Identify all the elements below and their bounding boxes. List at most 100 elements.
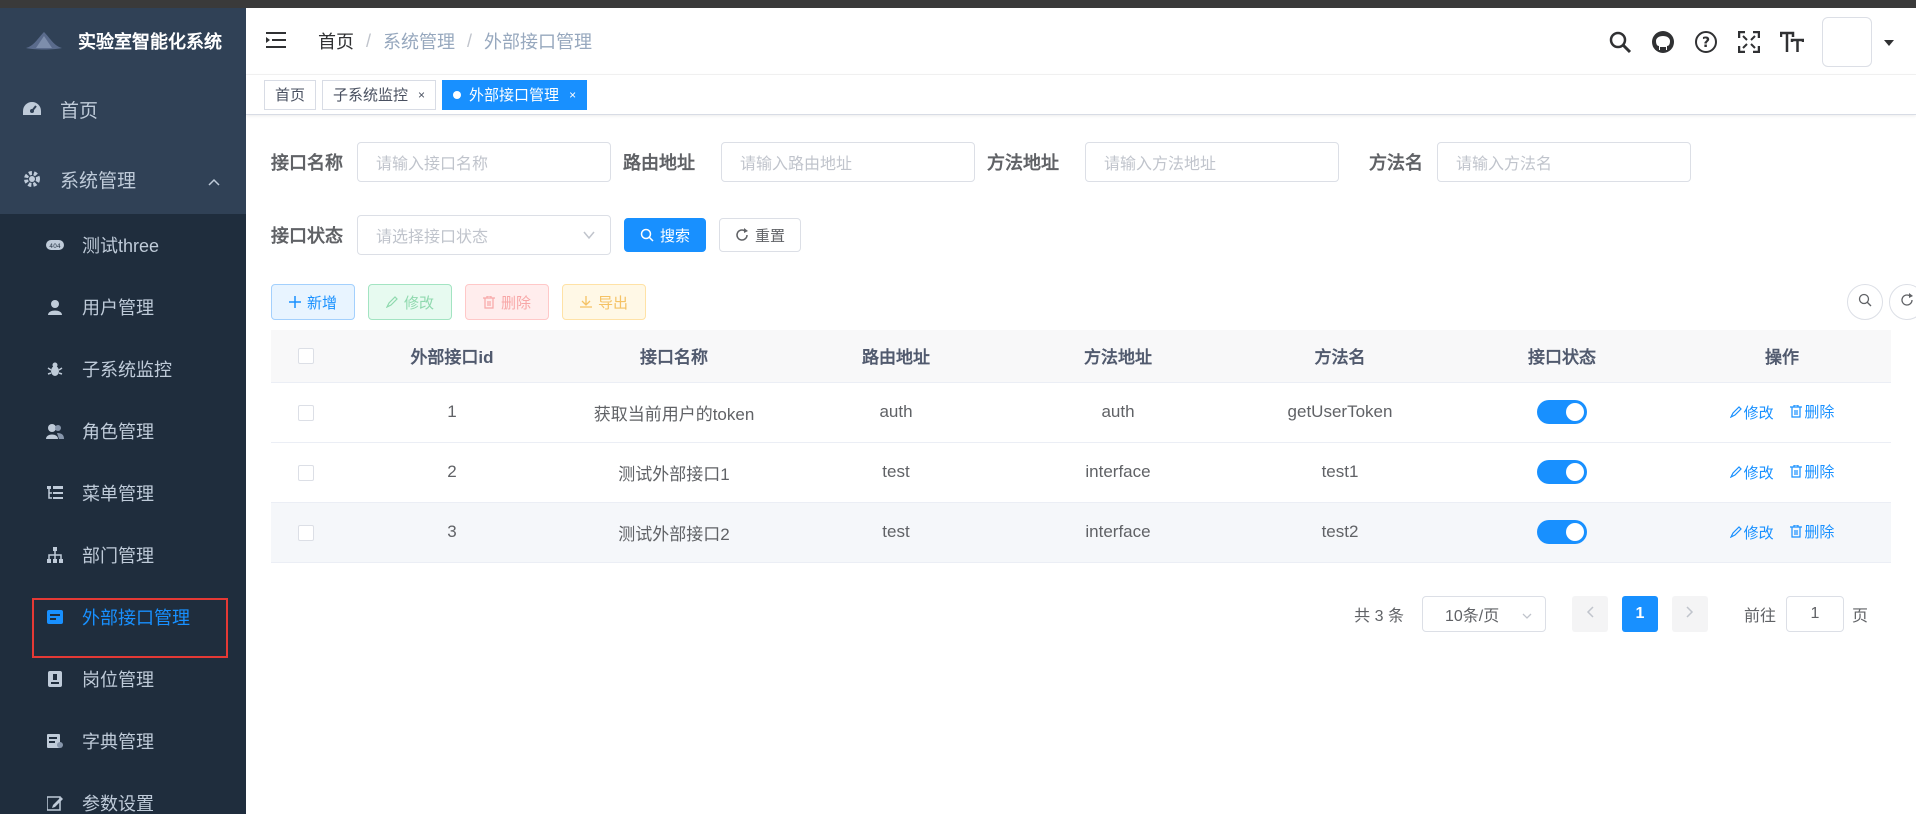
cell-status (1451, 382, 1673, 443)
close-icon[interactable]: × (569, 88, 576, 102)
cell-method-name: test2 (1229, 502, 1451, 563)
field-label: 方法名 (1369, 153, 1423, 173)
row-delete-button[interactable]: 删除 (1790, 461, 1834, 482)
row-edit-button[interactable]: 修改 (1729, 522, 1774, 543)
sidebar-item-test-three[interactable]: 404 测试three (0, 214, 246, 276)
chevron-left-icon (1586, 605, 1594, 623)
row-select-cell (271, 502, 341, 563)
row-checkbox[interactable] (298, 524, 314, 541)
edit-icon (386, 296, 398, 308)
sidebar-item-label: 首页 (60, 100, 99, 122)
download-icon (580, 296, 593, 308)
caret-down-icon[interactable] (1884, 33, 1894, 51)
search-icon[interactable] (1607, 29, 1633, 55)
next-page-button[interactable] (1671, 596, 1708, 632)
row-checkbox[interactable] (298, 404, 314, 421)
column-header: 方法地址 (1007, 330, 1229, 383)
sidebar-item-departments[interactable]: 部门管理 (0, 524, 246, 586)
row-select-cell (271, 382, 341, 443)
add-button[interactable]: 新增 (271, 284, 356, 320)
sidebar-item-roles[interactable]: 角色管理 (0, 400, 246, 462)
page-size-select[interactable]: 10条/页 (1421, 596, 1546, 632)
sidebar-item-params[interactable]: 参数设置 (0, 772, 246, 814)
close-icon[interactable]: × (418, 88, 425, 102)
breadcrumb-system[interactable]: 系统管理 (383, 28, 455, 54)
sidebar-item-label: 测试three (82, 236, 160, 256)
page-suffix: 页 (1851, 608, 1868, 625)
sidebar-item-users[interactable]: 用户管理 (0, 276, 246, 338)
font-size-icon[interactable] (1779, 29, 1805, 55)
breadcrumb-separator: / (467, 30, 473, 51)
prev-page-button[interactable] (1571, 596, 1608, 632)
select-all-checkbox[interactable] (298, 348, 314, 365)
row-edit-button[interactable]: 修改 (1729, 462, 1774, 483)
sidebar-item-subsystem-monitor[interactable]: 子系统监控 (0, 338, 246, 400)
switch-knob (1566, 463, 1584, 481)
status-switch[interactable] (1537, 460, 1587, 484)
status-switch[interactable] (1537, 520, 1587, 544)
sidebar-item-menus[interactable]: 菜单管理 (0, 462, 246, 524)
edit-button[interactable]: 修改 (368, 284, 453, 320)
breadcrumb-separator: / (366, 30, 372, 51)
search-button[interactable]: 搜索 (624, 218, 707, 252)
sidebar-item-label: 岗位管理 (82, 670, 154, 690)
column-header: 外部接口id (341, 330, 563, 383)
fullscreen-icon[interactable] (1736, 29, 1762, 55)
cell-actions: 修改 删除 (1673, 382, 1891, 443)
row-delete-button[interactable]: 删除 (1790, 521, 1834, 542)
tag-subsystem-monitor[interactable]: 子系统监控 × (322, 79, 437, 110)
delete-button[interactable]: 删除 (465, 284, 550, 320)
breadcrumb-home[interactable]: 首页 (318, 28, 354, 54)
field-label: 接口名称 (271, 153, 343, 173)
cell-actions: 修改 删除 (1673, 502, 1891, 563)
search-form-row-1: 接口名称 请输入接口名称 路由地址 请输入路由地址 方法地址 请输入方法地址 方… (271, 142, 1891, 182)
row-delete-button[interactable]: 删除 (1790, 401, 1834, 422)
status-switch[interactable] (1537, 400, 1587, 424)
goto-page-input[interactable]: 1 (1785, 596, 1844, 632)
user-icon (46, 298, 64, 316)
bug-icon (46, 360, 64, 378)
cell-method-path: interface (1007, 502, 1229, 563)
method-name-input[interactable]: 请输入方法名 (1437, 142, 1691, 182)
sidebar-item-dictionary[interactable]: 字典管理 (0, 710, 246, 772)
api-name-input[interactable]: 请输入接口名称 (357, 142, 611, 182)
method-path-input[interactable]: 请输入方法地址 (1085, 142, 1339, 182)
status-select[interactable]: 请选择接口状态 (357, 215, 611, 255)
export-button[interactable]: 导出 (562, 284, 647, 320)
route-input[interactable]: 请输入路由地址 (721, 142, 975, 182)
sidebar-item-home[interactable]: 首页 (0, 74, 246, 144)
refresh-icon (1900, 292, 1914, 312)
tag-home[interactable]: 首页 (264, 79, 317, 110)
main-area: 首页 / 系统管理 / 外部接口管理 ? 首页 子系统监控 × 外部接口管理 × (246, 8, 1916, 814)
sidebar-item-system[interactable]: 系统管理 (0, 144, 246, 214)
row-edit-button[interactable]: 修改 (1729, 402, 1774, 423)
breadcrumb-current: 外部接口管理 (484, 32, 593, 52)
github-icon[interactable] (1650, 29, 1676, 55)
help-icon[interactable]: ? (1693, 29, 1719, 55)
404-icon: 404 (46, 236, 64, 254)
reset-button[interactable]: 重置 (719, 218, 802, 252)
sidebar-item-label: 角色管理 (82, 422, 154, 442)
tag-label: 外部接口管理 (469, 87, 560, 104)
cell-actions: 修改 删除 (1673, 442, 1891, 503)
svg-text:?: ? (1702, 35, 1710, 51)
hamburger-icon[interactable] (266, 31, 290, 51)
field-label: 路由地址 (623, 153, 695, 173)
app-logo[interactable]: 实验室智能化系统 (0, 8, 246, 74)
table-row: 1 获取当前用户的token auth auth getUserToken 修改… (271, 382, 1891, 443)
tag-external-api[interactable]: 外部接口管理 × (442, 79, 588, 110)
tree-icon (46, 546, 64, 564)
tag-label: 子系统监控 (333, 87, 409, 104)
avatar[interactable] (1822, 16, 1872, 67)
cell-id: 3 (341, 502, 563, 563)
page-number[interactable]: 1 (1621, 596, 1658, 632)
breadcrumb: 首页 / 系统管理 / 外部接口管理 (318, 28, 592, 54)
search-form-row-2: 接口状态 请选择接口状态 搜索 重置 (271, 215, 1891, 255)
row-checkbox[interactable] (298, 464, 314, 481)
toggle-search-button[interactable] (1847, 284, 1883, 320)
refresh-table-button[interactable] (1889, 284, 1916, 320)
chevron-right-icon (1686, 605, 1694, 623)
tags-view: 首页 子系统监控 × 外部接口管理 × (246, 75, 1916, 115)
sidebar-item-label: 参数设置 (82, 794, 154, 814)
trash-icon (1790, 405, 1803, 418)
